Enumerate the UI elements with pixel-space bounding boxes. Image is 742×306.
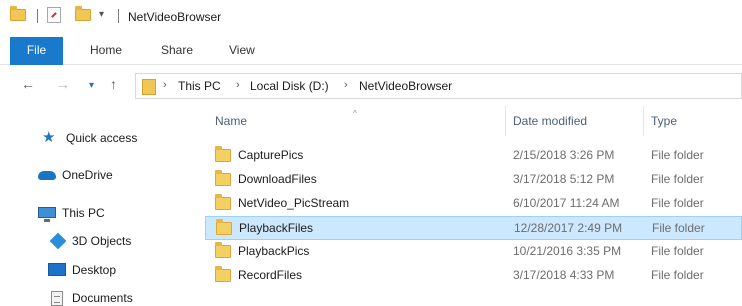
tab-share[interactable]: Share — [155, 37, 199, 65]
folder-icon — [215, 266, 231, 282]
column-header-date-modified[interactable]: Date modified — [513, 106, 587, 136]
tab-file[interactable]: File — [10, 37, 63, 65]
folder-icon — [216, 219, 232, 235]
file-row[interactable]: NetVideo_PicStream 6/10/2017 11:24 AM Fi… — [205, 192, 742, 216]
new-folder-icon[interactable] — [75, 6, 91, 21]
navigation-pane: ★ Quick access OneDrive This PC 3D Objec… — [0, 106, 205, 306]
properties-icon[interactable] — [47, 7, 61, 23]
file-list: Name ^ Date modified Type CapturePics 2/… — [205, 106, 742, 306]
title-bar: ▾ NetVideoBrowser — [0, 0, 742, 34]
sidebar-item-label: This PC — [62, 206, 105, 220]
address-bar[interactable]: › This PC › Local Disk (D:) › NetVideoBr… — [135, 73, 742, 99]
file-type: File folder — [652, 221, 705, 235]
file-name: RecordFiles — [238, 268, 303, 282]
title-separator — [37, 9, 38, 23]
file-row[interactable]: DownloadFiles 3/17/2018 5:12 PM File fol… — [205, 168, 742, 192]
file-name: CapturePics — [238, 148, 304, 162]
folder-icon — [215, 194, 231, 210]
folder-icon — [215, 242, 231, 258]
file-row[interactable]: PlaybackPics 10/21/2016 3:35 PM File fol… — [205, 240, 742, 264]
file-date-modified: 3/17/2018 5:12 PM — [513, 172, 615, 186]
up-arrow-icon[interactable]: ↑ — [110, 77, 117, 91]
window-title: NetVideoBrowser — [128, 10, 222, 24]
column-divider[interactable] — [643, 106, 644, 136]
file-name: DownloadFiles — [238, 172, 317, 186]
address-folder-icon — [142, 79, 156, 95]
sidebar-item-label: Quick access — [66, 131, 138, 145]
breadcrumb-separator-icon[interactable]: › — [163, 79, 167, 91]
file-row-selected[interactable]: PlaybackFiles 12/28/2017 2:49 PM File fo… — [205, 216, 742, 240]
file-type: File folder — [651, 268, 704, 282]
forward-arrow-icon[interactable]: → — [56, 77, 70, 91]
file-row[interactable]: CapturePics 2/15/2018 3:26 PM File folde… — [205, 144, 742, 168]
navigation-bar: ← → ▾ ↑ › This PC › Local Disk (D:) › Ne… — [0, 65, 742, 105]
column-header-name[interactable]: Name — [215, 106, 247, 136]
file-name: PlaybackPics — [238, 244, 310, 258]
sidebar-item-label: Documents — [72, 291, 133, 305]
star-icon: ★ — [42, 129, 56, 146]
tab-view[interactable]: View — [223, 37, 261, 65]
file-row[interactable]: RecordFiles 3/17/2018 4:33 PM File folde… — [205, 264, 742, 288]
sidebar-item-label: Desktop — [72, 263, 117, 277]
file-name: NetVideo_PicStream — [238, 196, 350, 210]
breadcrumb-separator-icon[interactable]: › — [236, 79, 240, 91]
tab-home[interactable]: Home — [84, 37, 128, 65]
file-type: File folder — [651, 244, 704, 258]
file-type: File folder — [651, 172, 704, 186]
breadcrumb-local-disk[interactable]: Local Disk (D:) — [250, 79, 329, 93]
sidebar-item-label: 3D Objects — [72, 234, 132, 248]
folder-icon — [10, 6, 26, 21]
ribbon-tabs: File Home Share View — [0, 37, 742, 65]
column-divider[interactable] — [505, 106, 506, 136]
file-date-modified: 12/28/2017 2:49 PM — [514, 221, 623, 235]
file-date-modified: 10/21/2016 3:35 PM — [513, 244, 622, 258]
sort-ascending-icon: ^ — [353, 109, 357, 118]
folder-icon — [215, 146, 231, 162]
document-icon — [51, 291, 63, 306]
back-arrow-icon[interactable]: ← — [21, 77, 35, 91]
file-type: File folder — [651, 196, 704, 210]
cloud-icon — [38, 171, 56, 180]
computer-icon — [38, 207, 56, 222]
file-type: File folder — [651, 148, 704, 162]
file-name: PlaybackFiles — [239, 221, 314, 235]
recent-locations-chevron-icon[interactable]: ▾ — [89, 79, 94, 93]
title-separator — [118, 9, 119, 23]
breadcrumb-separator-icon[interactable]: › — [344, 79, 348, 91]
file-date-modified: 3/17/2018 4:33 PM — [513, 268, 615, 282]
file-date-modified: 2/15/2018 3:26 PM — [513, 148, 615, 162]
breadcrumb-this-pc[interactable]: This PC — [178, 79, 221, 93]
column-header-type[interactable]: Type — [651, 106, 677, 136]
folder-icon — [215, 170, 231, 186]
breadcrumb-netvideobrowser[interactable]: NetVideoBrowser — [359, 79, 452, 93]
sidebar-item-label: OneDrive — [62, 168, 113, 182]
desktop-icon — [48, 263, 66, 276]
cube-icon — [49, 232, 67, 250]
file-date-modified: 6/10/2017 11:24 AM — [513, 196, 620, 210]
customize-quick-access-icon[interactable]: ▾ — [99, 9, 104, 20]
